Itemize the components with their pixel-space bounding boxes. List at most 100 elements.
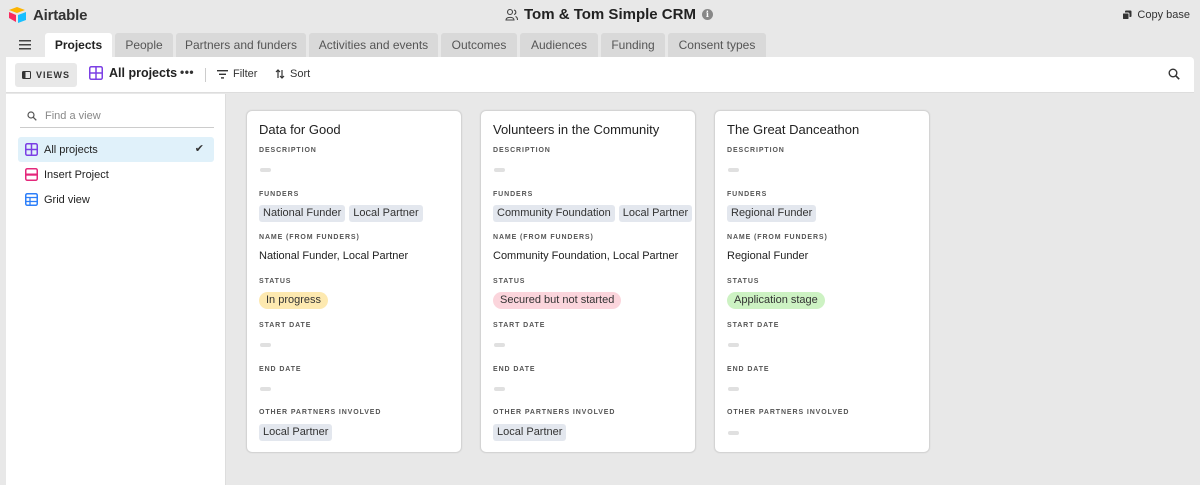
- collaborators-icon: [505, 8, 518, 21]
- field-label-end-date: END DATE: [259, 366, 302, 373]
- linked-record-chip[interactable]: Community Foundation: [493, 205, 615, 222]
- filter-button[interactable]: Filter: [217, 68, 257, 80]
- linked-record-chip[interactable]: Local Partner: [493, 424, 567, 441]
- tab-funding[interactable]: Funding: [601, 33, 665, 57]
- view-item-insert-project[interactable]: Insert Project: [18, 162, 214, 187]
- view-item-grid-view[interactable]: Grid view: [18, 187, 214, 212]
- hamburger-menu-icon[interactable]: [19, 40, 31, 50]
- field-label-description: DESCRIPTION: [493, 147, 551, 154]
- tab-consent-types[interactable]: Consent types: [668, 33, 766, 57]
- empty-value: [260, 168, 271, 172]
- field-label-description: DESCRIPTION: [727, 147, 785, 154]
- tab-partners-and-funders[interactable]: Partners and funders: [176, 33, 306, 57]
- field-label-status: STATUS: [727, 278, 760, 285]
- status-badge: Secured but not started: [493, 292, 622, 309]
- empty-value: [728, 168, 739, 172]
- linked-record-chip[interactable]: Local Partner: [259, 424, 333, 441]
- view-item-label: Grid view: [44, 193, 90, 206]
- field-label-other-partners: OTHER PARTNERS INVOLVED: [493, 409, 616, 416]
- funders-value: Regional Funder: [727, 205, 817, 222]
- airtable-logo-text: Airtable: [33, 6, 88, 24]
- other-partners-value: Local Partner: [259, 424, 333, 441]
- toolbar-divider: [205, 68, 206, 82]
- field-label-status: STATUS: [493, 278, 526, 285]
- linked-record-chip[interactable]: Regional Funder: [727, 205, 817, 222]
- card-title: The Great Danceathon: [727, 122, 860, 137]
- linked-record-chip[interactable]: Local Partner: [618, 205, 693, 222]
- view-item-all-projects[interactable]: All projects ✔: [18, 137, 214, 162]
- field-label-name-from-funders: NAME (FROM FUNDERS): [259, 234, 360, 241]
- copy-base-button[interactable]: Copy base: [1122, 9, 1190, 21]
- card-title: Data for Good: [259, 122, 341, 137]
- field-label-status: STATUS: [259, 278, 292, 285]
- card-title: Volunteers in the Community: [493, 122, 660, 137]
- search-icon: [27, 110, 37, 121]
- view-item-label: All projects: [44, 143, 98, 156]
- funders-value: National Funder Local Partner: [259, 205, 423, 222]
- copy-base-label: Copy base: [1137, 9, 1190, 21]
- empty-value: [494, 168, 505, 172]
- views-label: VIEWS: [35, 70, 70, 80]
- current-view-name: All projects: [109, 66, 178, 80]
- gallery-icon: [25, 143, 38, 156]
- empty-value: [728, 343, 739, 347]
- funders-value: Community Foundation Local Partner: [493, 205, 693, 222]
- other-partners-value: Local Partner: [493, 424, 567, 441]
- filter-icon: [217, 69, 228, 79]
- current-view-selector[interactable]: All projects: [89, 66, 177, 80]
- base-title[interactable]: Tom & Tom Simple CRM i: [505, 6, 713, 23]
- tab-people[interactable]: People: [115, 33, 173, 57]
- base-title-text: Tom & Tom Simple CRM: [524, 6, 696, 23]
- tab-projects[interactable]: Projects: [45, 33, 112, 57]
- empty-value: [728, 431, 739, 435]
- field-label-funders: FUNDERS: [493, 191, 534, 198]
- airtable-logo[interactable]: Airtable: [8, 6, 87, 24]
- empty-value: [260, 387, 271, 391]
- sort-button[interactable]: Sort: [275, 68, 310, 80]
- name-from-funders-value: National Funder, Local Partner: [259, 250, 409, 262]
- grid-icon: [25, 193, 38, 206]
- field-label-start-date: START DATE: [727, 322, 780, 329]
- table-tabs: Projects People Partners and funders Act…: [0, 33, 1200, 57]
- field-label-other-partners: OTHER PARTNERS INVOLVED: [727, 409, 850, 416]
- status-badge: In progress: [259, 292, 329, 309]
- sidebar-toggle-icon: [21, 71, 31, 79]
- field-label-other-partners: OTHER PARTNERS INVOLVED: [259, 409, 382, 416]
- field-label-description: DESCRIPTION: [259, 147, 317, 154]
- info-icon[interactable]: i: [701, 9, 713, 20]
- record-card[interactable]: Volunteers in the Community DESCRIPTION …: [480, 110, 696, 453]
- linked-record-chip[interactable]: National Funder: [259, 205, 346, 222]
- record-card[interactable]: The Great Danceathon DESCRIPTION FUNDERS…: [714, 110, 930, 453]
- tab-activities-and-events[interactable]: Activities and events: [309, 33, 438, 57]
- status-badge: Application stage: [727, 292, 825, 309]
- airtable-logo-icon: [9, 7, 26, 23]
- tab-audiences[interactable]: Audiences: [520, 33, 598, 57]
- gallery-icon: [89, 66, 103, 80]
- record-card[interactable]: Data for Good DESCRIPTION FUNDERS Nation…: [246, 110, 462, 453]
- view-toolbar: VIEWS All projects ••• Filter Sort: [6, 57, 1194, 93]
- field-label-start-date: START DATE: [493, 322, 546, 329]
- name-from-funders-value: Community Foundation, Local Partner: [493, 250, 679, 262]
- empty-value: [494, 343, 505, 347]
- name-from-funders-value: Regional Funder: [727, 250, 809, 262]
- view-item-label: Insert Project: [44, 168, 109, 181]
- checkmark-icon: ✔: [194, 143, 204, 155]
- empty-value: [494, 387, 505, 391]
- sort-icon: [275, 69, 285, 79]
- views-sidebar: Find a view All projects ✔ Insert Projec…: [6, 94, 226, 485]
- sort-label: Sort: [290, 68, 311, 80]
- field-label-start-date: START DATE: [259, 322, 312, 329]
- empty-value: [260, 343, 271, 347]
- search-icon[interactable]: [1168, 68, 1180, 80]
- find-view-input[interactable]: Find a view: [20, 104, 214, 128]
- views-toggle-button[interactable]: VIEWS: [15, 63, 77, 87]
- field-label-name-from-funders: NAME (FROM FUNDERS): [727, 234, 828, 241]
- field-label-end-date: END DATE: [493, 366, 536, 373]
- linked-record-chip[interactable]: Local Partner: [349, 205, 423, 222]
- top-bar: Airtable Tom & Tom Simple CRM i Copy bas…: [0, 0, 1200, 33]
- tab-outcomes[interactable]: Outcomes: [441, 33, 517, 57]
- more-options-icon[interactable]: •••: [180, 65, 194, 79]
- empty-value: [728, 387, 739, 391]
- find-view-placeholder: Find a view: [45, 109, 101, 122]
- filter-label: Filter: [233, 68, 258, 80]
